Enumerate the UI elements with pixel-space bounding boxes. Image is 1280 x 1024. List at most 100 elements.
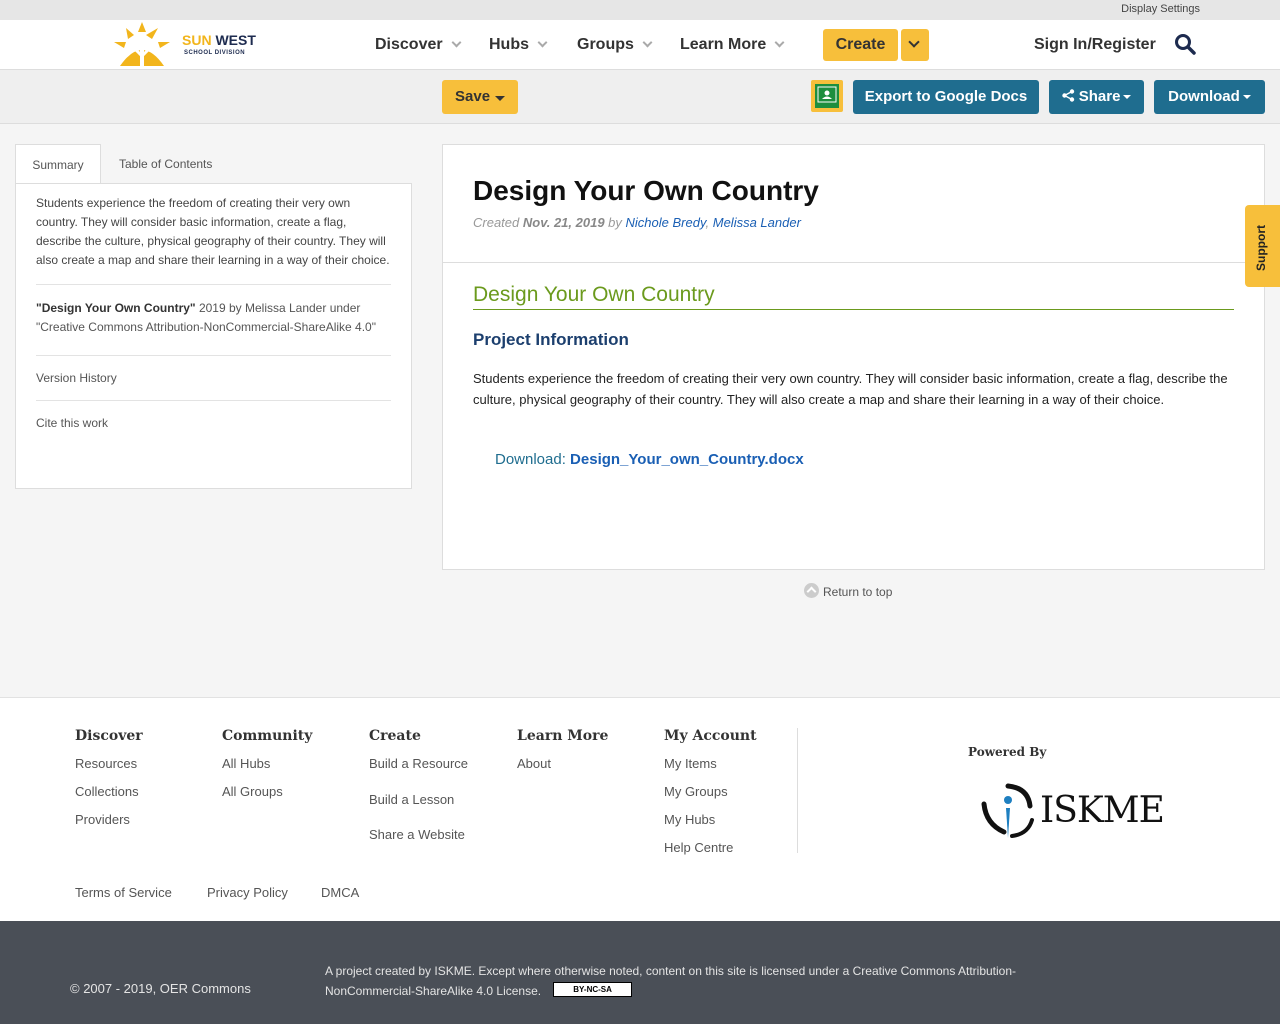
download-file-label: Download: [495,451,571,468]
footer-link[interactable]: My Items [664,756,757,771]
author-link-melissa-lander[interactable]: Melissa Lander [713,215,801,230]
footer-link[interactable]: Share a Website [369,827,468,842]
footer-link[interactable]: All Groups [222,784,312,799]
footer-col-learn-more: Learn More About [517,728,608,771]
chevron-down-icon [451,37,462,48]
logo-sun-text: SUN [182,32,212,48]
share-button[interactable]: Share [1049,80,1144,114]
return-to-top-label: Return to top [823,585,893,599]
download-label: Download [1168,88,1240,105]
utility-bar: Display Settings [0,0,1280,20]
cite-work-link[interactable]: Cite this work [36,401,391,445]
resource-title: Design Your Own Country [473,175,819,206]
footer-col-community: Community All Hubs All Groups [222,728,312,799]
google-classroom-icon[interactable] [811,80,843,112]
caret-down-icon [495,96,505,101]
footer-link[interactable]: Build a Lesson [369,792,468,807]
resource-meta: Created Nov. 21, 2019 by Nichole Bredy, … [473,215,801,230]
footer-link[interactable]: Resources [75,756,143,771]
privacy-policy-link[interactable]: Privacy Policy [207,885,288,900]
footer-divider [797,728,798,853]
tab-summary[interactable]: Summary [15,144,101,184]
left-panel-tabs: Summary Table of Contents [15,144,412,184]
project-information-heading: Project Information [473,330,629,349]
caret-down-icon [1242,95,1251,99]
license-statement: A project created by ISKME. Except where… [325,964,1017,998]
created-date: Nov. 21, 2019 [522,215,605,230]
footer-link[interactable]: Build a Resource [369,756,468,771]
logo-west-text: WEST [215,32,256,48]
powered-by-label: Powered By [968,745,1047,759]
nav-learn-more-label: Learn More [680,36,767,53]
footer-heading: Community [222,728,313,744]
license-text: A project created by ISKME. Except where… [325,961,1065,1001]
footer-col-create: Create Build a Resource Build a Lesson S… [369,728,468,842]
chevron-down-icon [908,36,920,48]
cc-badge-text: BY-NC-SA [573,985,612,995]
nav-groups[interactable]: Groups [577,36,653,54]
sign-in-register-link[interactable]: Sign In/Register [1034,36,1156,54]
summary-text: Students experience the freedom of creat… [36,184,391,285]
nav-discover[interactable]: Discover [375,36,462,54]
support-tab[interactable]: Support [1245,205,1280,287]
footer: Discover Resources Collections Providers… [0,697,1280,921]
download-file-row: Download: Design_Your_own_Country.docx [495,451,804,468]
sun-west-logo[interactable]: SUN WEST SCHOOL DIVISION [112,20,257,68]
footer-heading: Discover [75,728,143,744]
author-link-nichole-bredy[interactable]: Nichole Bredy [626,215,706,230]
footer-link[interactable]: My Groups [664,784,757,799]
attribution-title: "Design Your Own Country" [36,301,196,315]
created-label: Created [473,215,520,230]
classroom-person-icon [817,86,837,103]
footer-link[interactable]: Collections [75,784,143,799]
download-button[interactable]: Download [1154,80,1265,114]
chevron-down-icon [774,37,785,48]
logo-subtitle: SCHOOL DIVISION [184,50,246,56]
version-history-link[interactable]: Version History [36,356,391,401]
resource-action-bar: Save Export to Google Docs Share Downloa… [0,70,1280,124]
footer-link[interactable]: Providers [75,812,143,827]
support-label: Support [1254,225,1268,271]
bottom-bar: © 2007 - 2019, OER Commons A project cre… [0,921,1280,1024]
copyright: © 2007 - 2019, OER Commons [70,981,251,996]
dmca-link[interactable]: DMCA [321,885,359,900]
arrow-up-circle-icon [804,583,819,599]
download-file-link[interactable]: Design_Your_own_Country.docx [570,451,804,468]
section-title: Design Your Own Country [473,283,1234,310]
footer-link[interactable]: My Hubs [664,812,757,827]
nav-hubs-label: Hubs [489,36,529,53]
author-separator: , [705,215,710,230]
share-label: Share [1078,88,1121,105]
main-nav: SUN WEST SCHOOL DIVISION Discover Hubs G… [0,20,1280,70]
sun-logo-icon [114,22,170,66]
summary-panel: Students experience the freedom of creat… [15,183,412,489]
save-label: Save [455,88,491,105]
footer-link[interactable]: All Hubs [222,756,312,771]
create-dropdown-button[interactable] [901,29,929,61]
by-label: by [608,215,622,230]
footer-link[interactable]: About [517,756,608,771]
search-icon[interactable] [1174,33,1196,55]
nav-learn-more[interactable]: Learn More [680,36,785,54]
display-settings-link[interactable]: Display Settings [1121,3,1200,15]
create-button[interactable]: Create [823,29,898,61]
iskme-swirl-icon [981,783,1034,838]
iskme-wordmark: ISKME [1040,790,1165,831]
footer-col-discover: Discover Resources Collections Providers [75,728,143,827]
terms-of-service-link[interactable]: Terms of Service [75,885,172,900]
return-to-top[interactable]: Return to top [804,583,893,600]
tab-table-of-contents[interactable]: Table of Contents [119,144,212,184]
share-icon [1061,89,1074,102]
nav-hubs[interactable]: Hubs [489,36,548,54]
footer-heading: Learn More [517,728,609,744]
caret-down-icon [1123,95,1132,99]
resource-body-text: Students experience the freedom of creat… [473,371,1228,407]
iskme-logo[interactable]: ISKME [978,780,1165,842]
save-button[interactable]: Save [442,80,518,114]
chevron-down-icon [537,37,548,48]
export-google-docs-button[interactable]: Export to Google Docs [853,80,1039,114]
footer-heading: My Account [664,728,757,744]
cc-license-badge-icon[interactable]: BY-NC-SA [553,982,633,998]
footer-heading: Create [369,728,421,744]
footer-link[interactable]: Help Centre [664,840,757,855]
